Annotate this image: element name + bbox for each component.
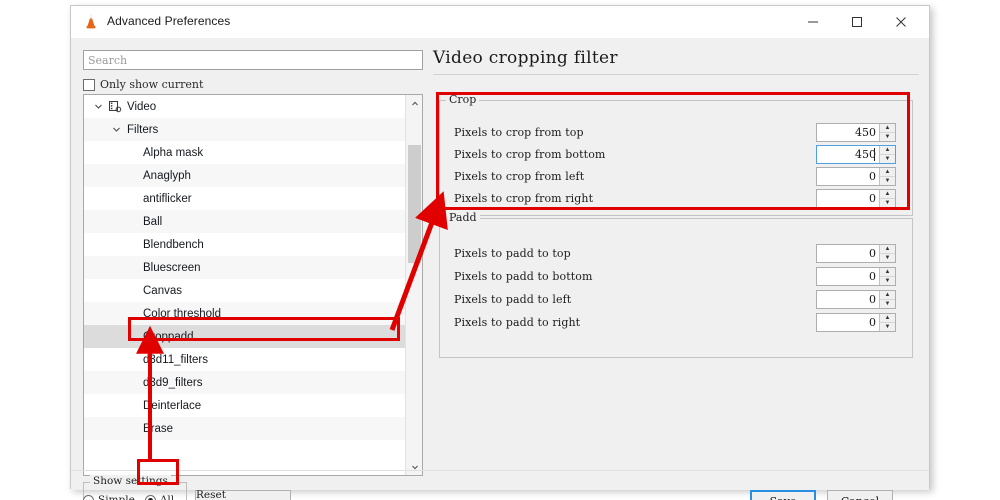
tree-item-canvas[interactable]: Canvas (84, 279, 406, 302)
padd-bottom-row: Pixels to padd to bottom 0 ▲ ▼ (454, 267, 900, 286)
radio-all-label: All (159, 494, 175, 500)
scroll-up-icon[interactable] (406, 95, 422, 112)
padd-top-label: Pixels to padd to top (454, 247, 571, 260)
spin-up-icon[interactable]: ▲ (880, 291, 895, 300)
tree-item-bluescreen[interactable]: Bluescreen (84, 256, 406, 279)
reset-preferences-button[interactable]: Reset Preferences (195, 489, 291, 500)
footer-divider (71, 470, 929, 471)
tree-item-filters[interactable]: Filters (84, 118, 406, 141)
padd-top-row: Pixels to padd to top 0 ▲ ▼ (454, 244, 900, 263)
window-title: Advanced Preferences (107, 14, 231, 28)
minimize-button[interactable] (791, 6, 835, 38)
page-title: Video cropping filter (433, 48, 618, 68)
spin-up-icon[interactable]: ▲ (880, 314, 895, 323)
chevron-down-icon[interactable] (90, 102, 106, 111)
padd-right-value[interactable]: 0 (817, 314, 879, 331)
save-button[interactable]: Save (750, 490, 816, 500)
spin-down-icon[interactable]: ▼ (880, 254, 895, 262)
tree-item-label: Anaglyph (143, 169, 191, 182)
padd-group-title: Padd (446, 211, 480, 224)
tree-item-label: d3d9_filters (143, 376, 203, 389)
annotation-box-crop-group (436, 92, 910, 210)
tree-item-label: Canvas (143, 284, 182, 297)
tree-item-video[interactable]: Video (84, 95, 406, 118)
tree-item-blendbench[interactable]: Blendbench (84, 233, 406, 256)
tree-item-anaglyph[interactable]: Anaglyph (84, 164, 406, 187)
preferences-sidebar: Search Only show current (83, 50, 423, 91)
tree-item-ball[interactable]: Ball (84, 210, 406, 233)
scrollbar-thumb[interactable] (408, 145, 421, 263)
padd-right-label: Pixels to padd to right (454, 316, 581, 329)
tree-item-label: Video (127, 100, 157, 113)
only-show-current-row[interactable]: Only show current (83, 78, 423, 91)
padd-top-value[interactable]: 0 (817, 245, 879, 262)
padd-top-spinbox[interactable]: 0 ▲ ▼ (816, 244, 896, 263)
padd-left-spin-buttons[interactable]: ▲ ▼ (879, 291, 895, 308)
padd-group: Padd Pixels to padd to top 0 ▲ ▼ Pixels t… (439, 211, 913, 358)
tree-item-d3d11-filters[interactable]: d3d11_filters (84, 348, 406, 371)
padd-bottom-spin-buttons[interactable]: ▲ ▼ (879, 268, 895, 285)
scroll-down-icon[interactable] (406, 458, 422, 475)
only-show-current-checkbox[interactable] (83, 78, 95, 91)
annotation-box-croppadd (128, 317, 400, 341)
settings-panel: Video cropping filter (433, 44, 919, 75)
tree-scrollbar[interactable] (405, 95, 422, 475)
show-settings-radios[interactable]: Simple All (83, 494, 174, 500)
radio-simple[interactable] (83, 494, 94, 500)
annotation-box-all-radio (137, 459, 179, 485)
padd-left-row: Pixels to padd to left 0 ▲ ▼ (454, 290, 900, 309)
title-divider (433, 74, 919, 75)
cancel-button[interactable]: Cancel (827, 490, 893, 500)
advanced-preferences-window: Advanced Preferences Search Only show cu… (70, 5, 930, 500)
maximize-button[interactable] (835, 6, 879, 38)
tree-item-label: Bluescreen (143, 261, 201, 274)
tree-item-label: d3d11_filters (143, 353, 208, 366)
tree-item-d3d9-filters[interactable]: d3d9_filters (84, 371, 406, 394)
padd-left-spinbox[interactable]: 0 ▲ ▼ (816, 290, 896, 309)
tree-item-label: Ball (143, 215, 163, 228)
search-input[interactable]: Search (83, 50, 423, 70)
tree-item-label: Deinterlace (143, 399, 202, 412)
padd-right-row: Pixels to padd to right 0 ▲ ▼ (454, 313, 900, 332)
padd-left-label: Pixels to padd to left (454, 293, 572, 306)
settings-tree-list: Video Filters Alpha mask Anaglyph antifl… (84, 95, 406, 475)
spin-up-icon[interactable]: ▲ (880, 245, 895, 254)
spin-down-icon[interactable]: ▼ (880, 277, 895, 285)
tree-item-erase[interactable]: Erase (84, 417, 406, 440)
padd-right-spinbox[interactable]: 0 ▲ ▼ (816, 313, 896, 332)
padd-left-value[interactable]: 0 (817, 291, 879, 308)
padd-top-spin-buttons[interactable]: ▲ ▼ (879, 245, 895, 262)
padd-bottom-label: Pixels to padd to bottom (454, 270, 593, 283)
tree-item-label: Alpha mask (143, 146, 204, 159)
padd-bottom-spinbox[interactable]: 0 ▲ ▼ (816, 267, 896, 286)
padd-right-spin-buttons[interactable]: ▲ ▼ (879, 314, 895, 331)
radio-all[interactable] (144, 494, 156, 500)
video-icon (106, 100, 124, 113)
tree-item-deinterlace[interactable]: Deinterlace (84, 394, 406, 417)
vlc-cone-icon (83, 14, 99, 30)
spin-down-icon[interactable]: ▼ (880, 323, 895, 331)
padd-bottom-value[interactable]: 0 (817, 268, 879, 285)
tree-item-antiflicker[interactable]: antiflicker (84, 187, 406, 210)
settings-tree[interactable]: Video Filters Alpha mask Anaglyph antifl… (83, 94, 423, 476)
tree-item-alpha-mask[interactable]: Alpha mask (84, 141, 406, 164)
radio-simple-label: Simple (98, 494, 135, 500)
chevron-down-icon[interactable] (108, 125, 124, 134)
spin-down-icon[interactable]: ▼ (880, 300, 895, 308)
only-show-current-label: Only show current (100, 78, 204, 91)
title-bar: Advanced Preferences (71, 6, 929, 38)
tree-item-label: antiflicker (143, 192, 192, 205)
tree-item-label: Filters (127, 123, 159, 136)
close-button[interactable] (879, 6, 923, 38)
tree-item-label: Erase (143, 422, 174, 435)
spin-up-icon[interactable]: ▲ (880, 268, 895, 277)
screenshot-root: Advanced Preferences Search Only show cu… (0, 0, 1000, 500)
tree-item-label: Blendbench (143, 238, 204, 251)
